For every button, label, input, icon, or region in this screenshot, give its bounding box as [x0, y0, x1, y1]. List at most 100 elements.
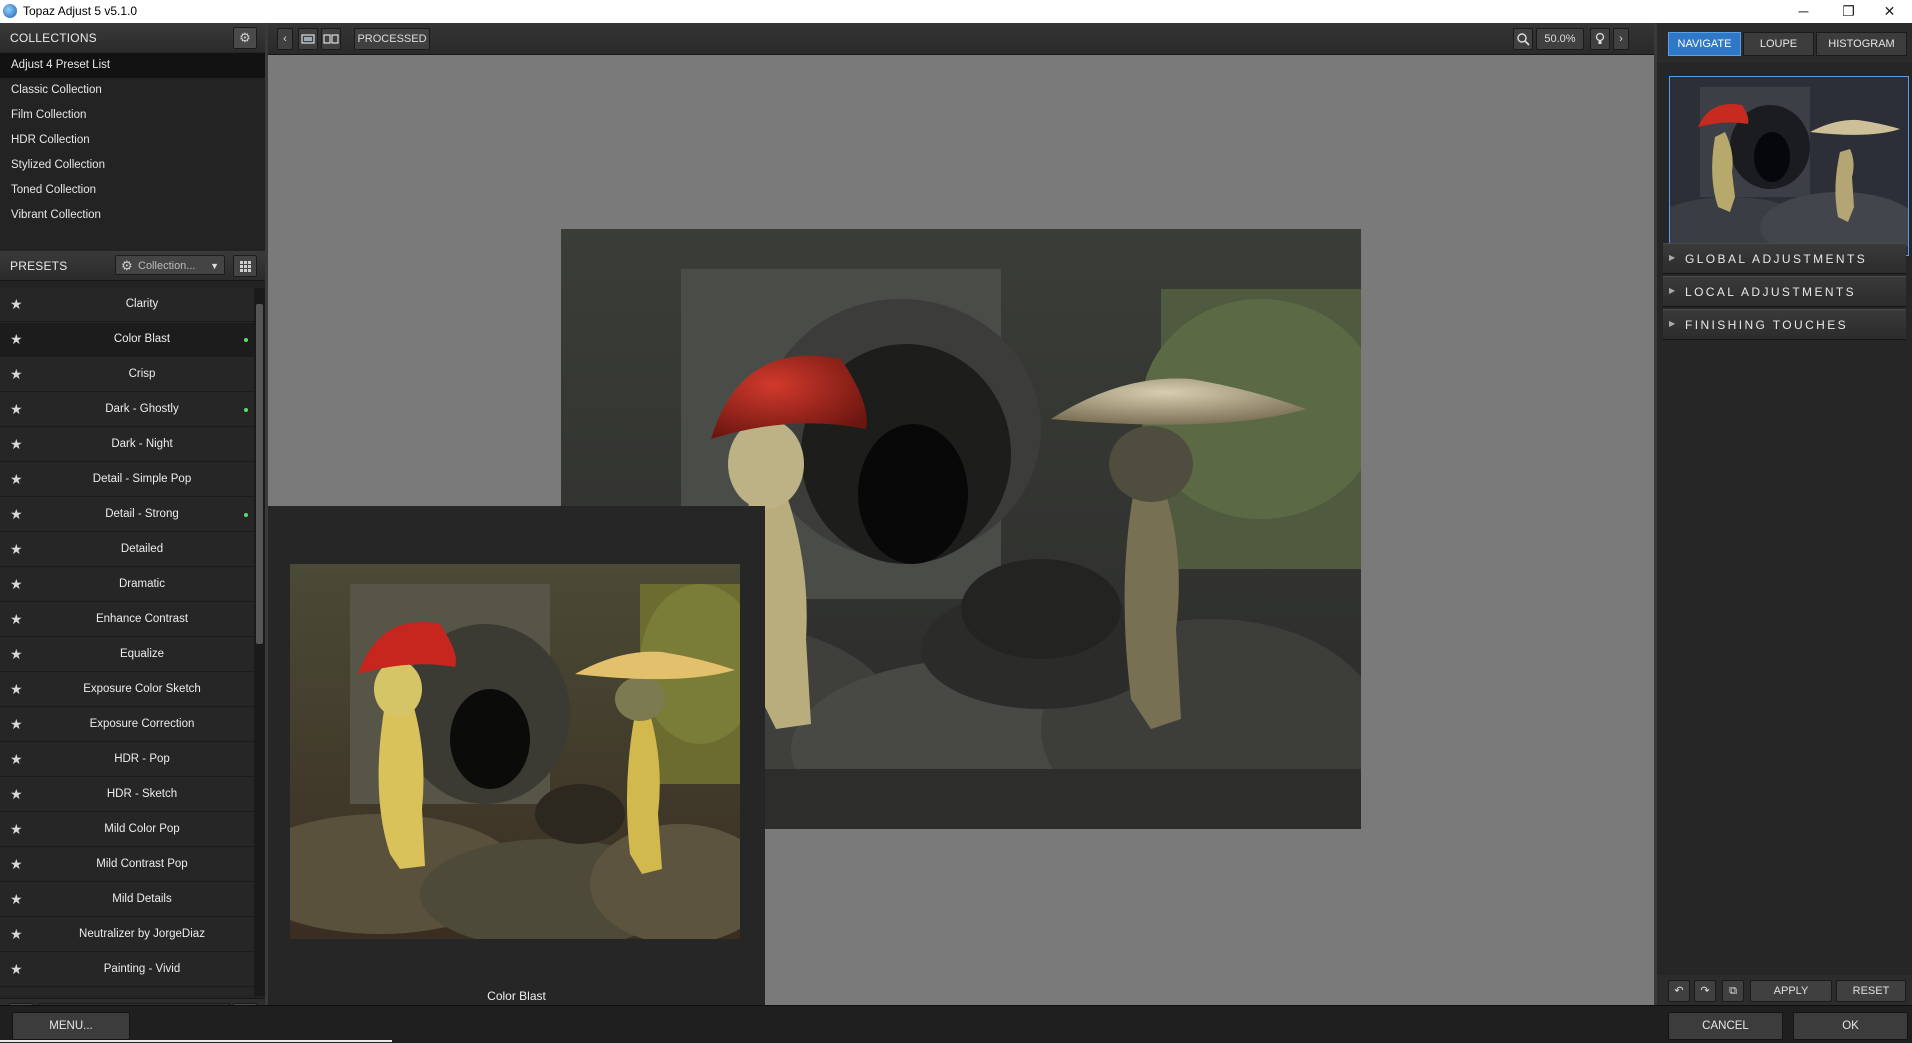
- collapse-right-button[interactable]: ›: [1613, 28, 1629, 50]
- preset-name: Mild Color Pop: [104, 823, 180, 835]
- global-adjustments-section[interactable]: ▶ GLOBAL ADJUSTMENTS: [1663, 243, 1906, 274]
- split-view-button[interactable]: [321, 28, 341, 50]
- expand-arrow-icon: ▶: [1669, 286, 1676, 295]
- gear-icon: ⚙: [239, 30, 251, 45]
- preset-item[interactable]: ★ Exposure Color Sketch: [0, 673, 254, 707]
- grid-icon: [240, 261, 251, 272]
- title-bar: Topaz Adjust 5 v5.1.0 ─ ❐ ✕: [0, 0, 1912, 23]
- preset-item[interactable]: ★ Enhance Contrast: [0, 603, 254, 637]
- view-toolbar: ‹ PROCESSED 50.0% ›: [268, 23, 1654, 55]
- restore-button[interactable]: ❐: [1826, 0, 1871, 23]
- collection-item-hdr[interactable]: HDR Collection: [0, 128, 265, 153]
- tab-histogram[interactable]: HISTOGRAM: [1816, 32, 1907, 56]
- preset-item[interactable]: ★ Crisp: [0, 358, 254, 392]
- finishing-touches-label: FINISHING TOUCHES: [1685, 318, 1849, 332]
- preset-preview-image: [290, 564, 740, 939]
- preset-item[interactable]: ★ Dark - Night: [0, 428, 254, 462]
- preset-name: HDR - Sketch: [106, 788, 178, 800]
- scrollbar-thumb[interactable]: [256, 304, 263, 644]
- tab-navigate[interactable]: NAVIGATE: [1668, 32, 1741, 56]
- grid-view-button[interactable]: [233, 255, 257, 277]
- preset-name: Neutralizer by JorgeDiaz: [79, 928, 205, 940]
- collections-settings-button[interactable]: ⚙: [233, 27, 257, 49]
- collapse-left-button[interactable]: ‹: [277, 28, 293, 50]
- preset-item[interactable]: ★ Mild Details: [0, 883, 254, 917]
- zoom-level[interactable]: 50.0%: [1536, 28, 1584, 50]
- minimize-button[interactable]: ─: [1781, 0, 1826, 23]
- processed-toggle-button[interactable]: PROCESSED: [354, 28, 430, 50]
- preset-preview-popup: Color Blast: [268, 506, 765, 1005]
- navigator-illustration: [1670, 77, 1908, 255]
- preset-icon: ⧉: [1729, 985, 1737, 997]
- preset-item[interactable]: ★ Painting - Vivid: [0, 953, 254, 987]
- close-window-button[interactable]: ✕: [1867, 0, 1912, 23]
- preset-name: Exposure Correction: [89, 718, 195, 730]
- presets-title: PRESETS: [10, 259, 68, 273]
- chevron-down-icon: ▼: [210, 261, 219, 271]
- gear-icon: ⚙: [121, 258, 133, 273]
- new-indicator-dot: [244, 408, 248, 412]
- collection-filter-dropdown[interactable]: ⚙ Collection... ▼: [115, 255, 225, 275]
- single-view-button[interactable]: [298, 28, 318, 50]
- collection-item-adjust4[interactable]: Adjust 4 Preset List: [0, 53, 265, 78]
- preset-item[interactable]: ★ Detail - Strong: [0, 498, 254, 532]
- preset-name: Painting - Vivid: [103, 963, 181, 975]
- left-panel: COLLECTIONS ⚙ Adjust 4 Preset List Class…: [0, 23, 265, 1029]
- ok-button[interactable]: OK: [1793, 1012, 1908, 1040]
- chevron-right-icon: ›: [1619, 33, 1623, 45]
- lightbulb-button[interactable]: [1590, 28, 1610, 50]
- redo-icon: ↷: [1700, 985, 1710, 997]
- menu-button[interactable]: MENU...: [12, 1012, 130, 1040]
- preset-item[interactable]: ★ Clarity: [0, 288, 254, 322]
- right-tabs: NAVIGATE LOUPE HISTOGRAM: [1657, 23, 1912, 63]
- preview-caption: Color Blast: [487, 989, 546, 1003]
- preset-item[interactable]: ★ Dramatic: [0, 568, 254, 602]
- cancel-button[interactable]: CANCEL: [1668, 1012, 1783, 1040]
- local-adjustments-section[interactable]: ▶ LOCAL ADJUSTMENTS: [1663, 276, 1906, 307]
- redo-button[interactable]: ↷: [1694, 980, 1716, 1002]
- navigator-thumbnail[interactable]: [1669, 76, 1909, 256]
- collections-title: COLLECTIONS: [10, 31, 97, 45]
- preset-item[interactable]: ★ Exposure Correction: [0, 708, 254, 742]
- collection-item-film[interactable]: Film Collection: [0, 103, 265, 128]
- preset-name: Enhance Contrast: [95, 613, 189, 625]
- tab-loupe[interactable]: LOUPE: [1743, 32, 1814, 56]
- preset-item[interactable]: ★ Equalize: [0, 638, 254, 672]
- finishing-touches-section[interactable]: ▶ FINISHING TOUCHES: [1663, 309, 1906, 340]
- preset-item[interactable]: ★ Dark - Ghostly: [0, 393, 254, 427]
- preset-item[interactable]: ★ Detailed: [0, 533, 254, 567]
- collection-item-classic[interactable]: Classic Collection: [0, 78, 265, 103]
- apply-button[interactable]: APPLY: [1750, 980, 1832, 1002]
- undo-button[interactable]: ↶: [1668, 980, 1690, 1002]
- collection-item-stylized[interactable]: Stylized Collection: [0, 153, 265, 178]
- collections-list: Adjust 4 Preset List Classic Collection …: [0, 52, 265, 251]
- preset-name: Dark - Ghostly: [105, 403, 179, 415]
- preset-item[interactable]: ★ Neutralizer by JorgeDiaz: [0, 918, 254, 952]
- split-view-icon: [323, 34, 339, 44]
- chevron-left-icon: ‹: [283, 33, 287, 45]
- undo-icon: ↶: [1674, 985, 1684, 997]
- preset-item[interactable]: ★ Detail - Simple Pop: [0, 463, 254, 497]
- preset-name: Detail - Simple Pop: [92, 473, 192, 485]
- preset-item[interactable]: ★ HDR - Pop: [0, 743, 254, 777]
- collection-item-toned[interactable]: Toned Collection: [0, 178, 265, 203]
- right-bottom-bar: ↶ ↷ ⧉ APPLY RESET: [1657, 975, 1912, 1005]
- zoom-button[interactable]: [1513, 28, 1533, 50]
- preset-name: Detailed: [120, 543, 164, 555]
- magnifier-icon: [1517, 33, 1530, 46]
- preset-name: Clarity: [125, 298, 159, 310]
- image-canvas[interactable]: Color Blast: [268, 55, 1654, 1005]
- preset-item[interactable]: ★ Color Blast: [0, 323, 254, 357]
- reset-button[interactable]: RESET: [1836, 980, 1906, 1002]
- presets-scrollbar[interactable]: [254, 288, 265, 996]
- preview-illustration: [290, 564, 740, 939]
- collection-item-vibrant[interactable]: Vibrant Collection: [0, 203, 265, 228]
- preset-item[interactable]: ★ Mild Contrast Pop: [0, 848, 254, 882]
- expand-arrow-icon: ▶: [1669, 319, 1676, 328]
- preset-item[interactable]: ★ Mild Color Pop: [0, 813, 254, 847]
- new-indicator-dot: [244, 338, 248, 342]
- save-preset-button[interactable]: ⧉: [1722, 980, 1744, 1002]
- app-icon: [3, 4, 17, 18]
- preset-item[interactable]: ★ HDR - Sketch: [0, 778, 254, 812]
- global-adjustments-label: GLOBAL ADJUSTMENTS: [1685, 252, 1868, 266]
